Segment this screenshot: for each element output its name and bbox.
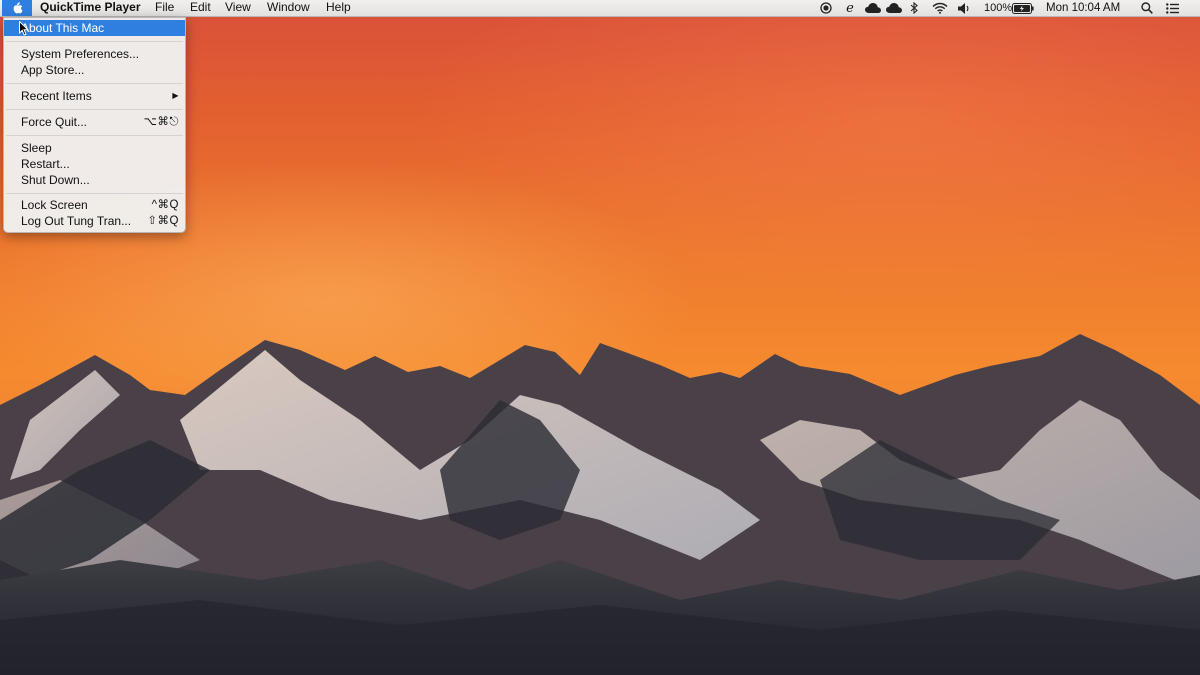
cloud-icon[interactable] (885, 0, 903, 16)
bluetooth-icon[interactable] (909, 0, 919, 16)
menu-view[interactable]: View (225, 0, 251, 16)
apple-menu-dropdown: About This Mac System Preferences... App… (3, 17, 186, 233)
menu-item-label: App Store... (21, 63, 85, 77)
submenu-arrow-icon: ▶ (172, 91, 179, 100)
menu-separator (6, 83, 183, 84)
menu-item-about-this-mac[interactable]: About This Mac (4, 20, 185, 36)
menu-item-lock-screen[interactable]: Lock Screen ^⌘Q (4, 197, 185, 213)
shortcut-label: ⌥⌘⎋ (143, 116, 179, 128)
wifi-icon[interactable] (931, 0, 949, 16)
menu-clock[interactable]: Mon 10:04 AM (1046, 0, 1120, 16)
menu-item-label: Recent Items (21, 89, 92, 103)
cloud-icon[interactable] (864, 0, 882, 16)
spotlight-icon[interactable] (1140, 0, 1154, 16)
menu-item-label: About This Mac (21, 21, 105, 35)
menu-separator (6, 41, 183, 42)
menu-bar: QuickTime Player File Edit View Window H… (0, 0, 1200, 17)
notification-center-icon[interactable] (1165, 0, 1179, 16)
mouse-pointer-icon (19, 21, 29, 36)
menu-separator (6, 109, 183, 110)
battery-icon[interactable] (1012, 0, 1034, 16)
menu-item-label: Restart... (21, 157, 70, 171)
menu-separator (6, 135, 183, 136)
menu-file[interactable]: File (155, 0, 174, 16)
menu-item-app-store[interactable]: App Store... (4, 62, 185, 78)
menu-window[interactable]: Window (267, 0, 310, 16)
edge-icon[interactable]: e (844, 0, 856, 16)
battery-percentage[interactable]: 100% (984, 0, 1012, 16)
menu-item-label: Shut Down... (21, 173, 90, 187)
menu-item-restart[interactable]: Restart... (4, 156, 185, 172)
menu-item-label: Sleep (21, 141, 52, 155)
menu-item-sleep[interactable]: Sleep (4, 140, 185, 156)
menu-item-force-quit[interactable]: Force Quit... ⌥⌘⎋ (4, 114, 185, 130)
menu-item-label: Lock Screen (21, 198, 88, 212)
apple-menu-button[interactable] (2, 0, 32, 16)
menu-item-label: Force Quit... (21, 115, 88, 129)
app-name-menu[interactable]: QuickTime Player (40, 0, 141, 16)
shortcut-label: ^⌘Q (151, 199, 179, 211)
menu-edit[interactable]: Edit (190, 0, 211, 16)
menu-item-shut-down[interactable]: Shut Down... (4, 172, 185, 188)
screen-record-icon[interactable] (819, 0, 833, 16)
menu-item-log-out[interactable]: Log Out Tung Tran... ⇧⌘Q (4, 213, 185, 229)
volume-icon[interactable] (957, 0, 971, 16)
menu-item-recent-items[interactable]: Recent Items ▶ (4, 88, 185, 104)
menu-item-label: System Preferences... (21, 47, 140, 61)
apple-logo-icon (13, 2, 22, 14)
menu-item-label: Log Out Tung Tran... (21, 214, 132, 228)
menu-help[interactable]: Help (326, 0, 351, 16)
menu-item-system-preferences[interactable]: System Preferences... (4, 46, 185, 62)
shortcut-label: ⇧⌘Q (147, 215, 179, 227)
menu-separator (6, 193, 183, 194)
